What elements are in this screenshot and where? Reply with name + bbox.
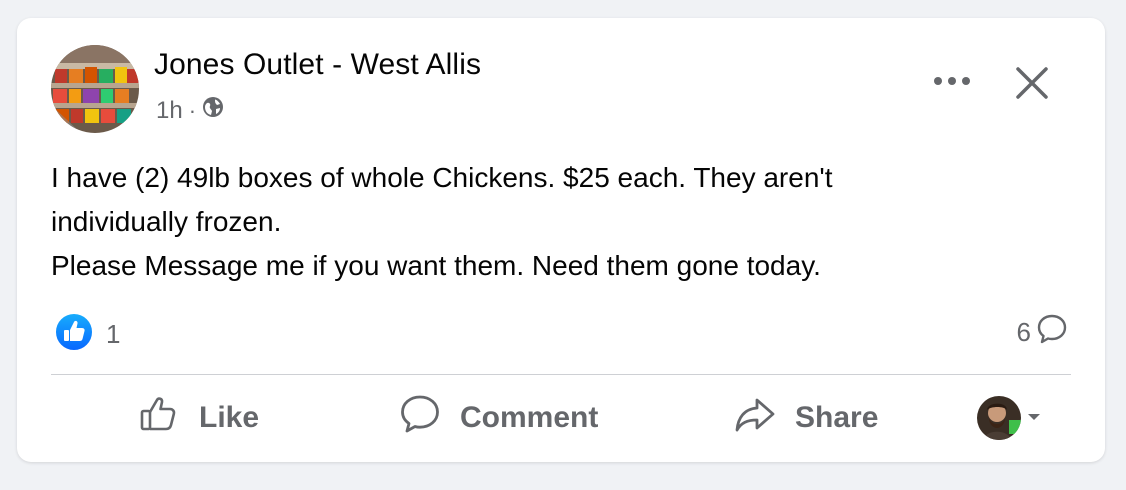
chevron-down-icon xyxy=(1027,409,1041,427)
share-icon xyxy=(733,392,777,444)
post-text-line: Please Message me if you want them. Need… xyxy=(51,250,821,281)
actions-divider xyxy=(51,374,1071,375)
comment-label: Comment xyxy=(460,401,599,434)
page-avatar[interactable] xyxy=(51,45,139,133)
close-icon xyxy=(1015,66,1049,105)
share-label: Share xyxy=(795,401,879,434)
react-as-selector[interactable] xyxy=(977,396,1041,440)
user-avatar xyxy=(977,396,1021,440)
post-text-line: individually frozen. xyxy=(51,206,282,237)
post-text: I have (2) 49lb boxes of whole Chickens.… xyxy=(51,156,1071,288)
share-button[interactable]: Share xyxy=(733,392,878,444)
meta-separator: · xyxy=(188,97,197,123)
comments-count-link[interactable]: 6 xyxy=(1017,312,1069,353)
comment-count: 6 xyxy=(1016,317,1031,347)
post-time[interactable]: 1h xyxy=(156,97,183,125)
globe-icon[interactable] xyxy=(202,96,224,125)
more-options-button[interactable] xyxy=(927,62,977,102)
comment-button[interactable]: Comment xyxy=(398,392,598,444)
like-label: Like xyxy=(199,401,260,434)
post-card: Jones Outlet - West Allis 1h · I have (2… xyxy=(17,18,1105,462)
more-options-icon xyxy=(932,73,972,91)
reaction-count: 1 xyxy=(106,319,121,349)
like-button[interactable]: Like xyxy=(137,392,259,444)
post-meta: 1h · xyxy=(156,96,224,125)
post-text-line: I have (2) 49lb boxes of whole Chickens.… xyxy=(51,162,833,193)
comment-action-icon xyxy=(398,392,442,444)
comment-icon xyxy=(1035,312,1069,353)
reactions-summary[interactable]: 1 xyxy=(54,312,120,357)
like-icon xyxy=(137,392,181,444)
close-button[interactable] xyxy=(1009,62,1055,108)
like-reaction-icon xyxy=(54,312,94,357)
page-name[interactable]: Jones Outlet - West Allis xyxy=(154,48,481,82)
